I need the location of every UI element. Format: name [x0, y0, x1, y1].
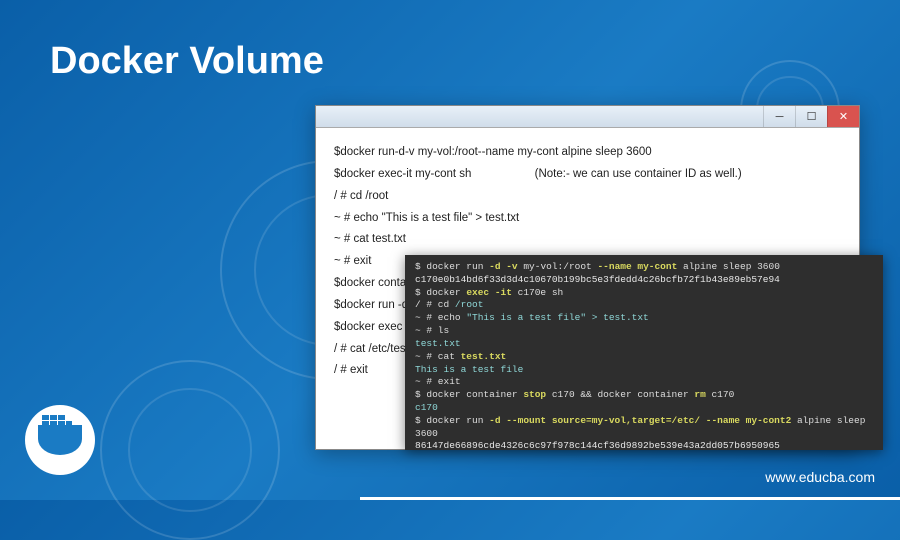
terminal-output: c170	[415, 402, 873, 415]
minimize-button[interactable]: ─	[763, 106, 795, 127]
close-button[interactable]: ✕	[827, 106, 859, 127]
cmd-line: $docker run-d-v my-vol:/root--name my-co…	[334, 146, 652, 158]
terminal-window[interactable]: $ docker run -d -v my-vol:/root --name m…	[405, 255, 883, 450]
cmd-line: $docker exec-it my-cont sh	[334, 168, 471, 180]
terminal-output: test.txt	[415, 338, 873, 351]
gear-decoration	[100, 360, 280, 540]
cmd-line: ~ # cat test.txt	[334, 229, 841, 251]
cmd-line: / # cd /root	[334, 186, 841, 208]
whale-icon	[38, 425, 82, 455]
window-titlebar: ─ ☐ ✕	[316, 106, 859, 128]
terminal-output: This is a test file	[415, 364, 873, 377]
page-title: Docker Volume	[50, 40, 324, 83]
cmd-note: (Note:- we can use container ID as well.…	[535, 168, 742, 180]
site-url: www.educba.com	[765, 469, 875, 485]
container-hash: 86147de66896cde4326c6c97f978c144cf36d989…	[415, 440, 873, 450]
cmd-line: ~ # echo "This is a test file" > test.tx…	[334, 208, 841, 230]
docker-logo	[25, 405, 95, 475]
maximize-button[interactable]: ☐	[795, 106, 827, 127]
container-hash: c170e0b14bd6f33d3d4c10670b199bc5e3fdedd4…	[415, 274, 873, 287]
